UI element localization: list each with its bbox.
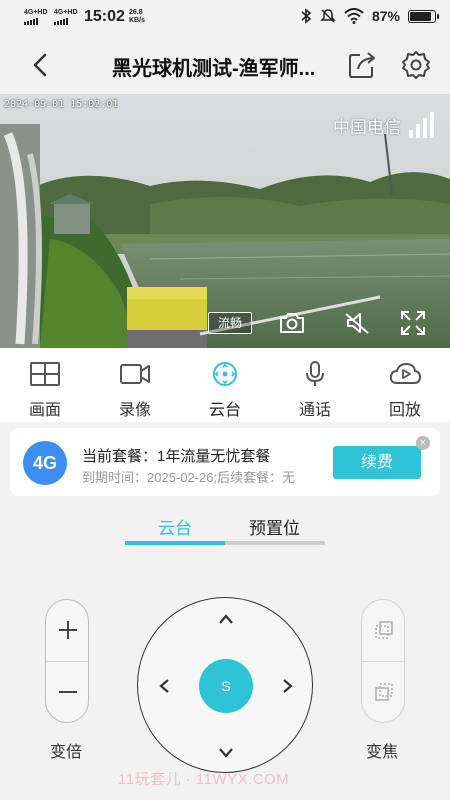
wifi-icon <box>344 8 364 24</box>
current-package: 当前套餐：1年流量无忧套餐 <box>82 448 271 465</box>
watermark: 11玩套儿 · 11WYX.COM <box>118 771 290 788</box>
zoom-label: 变倍 <box>50 744 83 761</box>
share-icon[interactable] <box>346 49 378 81</box>
header: 黑光球机测试-渔军师... <box>0 36 450 94</box>
tool-grid[interactable]: 画面 <box>0 348 90 422</box>
microphone-icon <box>306 361 324 386</box>
cloud-playback-icon <box>389 362 422 384</box>
tab-presets[interactable]: 预置位 <box>249 514 300 539</box>
zoom-out-button[interactable] <box>46 662 90 722</box>
pan-up-button[interactable] <box>211 604 241 634</box>
video-timestamp: 2024-09-01 15:02:01 <box>4 99 119 110</box>
back-icon[interactable] <box>26 50 56 80</box>
tool-ptz-label: 云台 <box>208 402 241 419</box>
video-record-icon <box>120 364 150 384</box>
battery-percent: 87% <box>371 8 400 24</box>
focus-out-icon <box>375 683 393 701</box>
grid-icon <box>30 362 60 386</box>
tool-playback-label: 回放 <box>388 402 421 419</box>
chevron-left-icon <box>159 679 169 693</box>
gear-icon[interactable] <box>400 49 432 81</box>
signal-strength-icon <box>409 112 434 138</box>
ptz-icon <box>213 362 237 386</box>
page-title: 黑光球机测试-渔军师... <box>112 58 316 80</box>
speed-value: 26.8 <box>129 9 143 16</box>
chevron-down-icon <box>219 748 233 758</box>
carrier-signal: 中国电信 <box>333 112 434 138</box>
carrier-name: 中国电信 <box>333 118 401 137</box>
sim2-label: 4G+HD <box>54 9 78 16</box>
focus-label: 变焦 <box>366 744 399 761</box>
package-expiry: 到期时间：2025-02-26;后续套餐：无 <box>82 470 296 485</box>
ptz-panel: 云台 预置位 变倍 S 变焦 11玩套儿 · 11WYX.COM <box>0 502 450 800</box>
focus-in-icon <box>375 621 393 639</box>
direction-pad: S <box>137 597 313 773</box>
focus-far-button[interactable] <box>362 662 406 722</box>
tab-indicator <box>125 541 225 545</box>
chevron-up-icon <box>219 614 233 624</box>
tool-grid-label: 画面 <box>28 402 61 419</box>
mute-icon[interactable] <box>342 308 372 338</box>
minus-icon <box>59 691 77 693</box>
signal-sim1: 4G+HD <box>24 9 48 25</box>
video-feed[interactable]: 2024-09-01 15:02:01 中国电信 流畅 <box>0 94 450 348</box>
tab-ptz[interactable]: 云台 <box>158 514 192 539</box>
badge-text: 4G <box>32 453 57 473</box>
zoom-control <box>45 599 89 723</box>
zoom-in-button[interactable] <box>46 600 90 660</box>
tool-talk[interactable]: 通话 <box>270 348 360 422</box>
renew-button[interactable]: 续费 <box>333 446 421 479</box>
close-icon[interactable]: × <box>416 436 430 450</box>
tool-record[interactable]: 录像 <box>90 348 180 422</box>
signal-sim2: 4G+HD <box>54 9 78 25</box>
battery-icon <box>408 9 439 23</box>
pan-down-button[interactable] <box>211 738 241 768</box>
sim1-label: 4G+HD <box>24 9 48 16</box>
status-time: 15:02 <box>84 8 125 25</box>
pan-left-button[interactable] <box>149 671 179 701</box>
tool-bar: 画面 录像 云台 通话 回放 <box>0 348 450 422</box>
fullscreen-icon[interactable] <box>398 308 428 338</box>
bluetooth-icon <box>301 8 312 24</box>
focus-control <box>361 599 405 723</box>
tool-playback[interactable]: 回放 <box>360 348 450 422</box>
plus-icon <box>59 621 77 639</box>
tool-record-label: 录像 <box>118 402 151 419</box>
status-icons: 87% <box>300 8 439 24</box>
speed-unit: KB/s <box>129 17 145 24</box>
focus-near-button[interactable] <box>362 600 406 660</box>
chevron-right-icon <box>283 679 293 693</box>
4g-badge-icon: 4G <box>23 441 67 485</box>
tool-talk-label: 通话 <box>298 402 331 419</box>
pan-right-button[interactable] <box>273 671 303 701</box>
network-speed: 26.8 KB/s <box>129 9 145 25</box>
status-bar: 4G+HD 4G+HD 15:02 26.8 KB/s 87% <box>0 0 450 36</box>
signal-bars-icon <box>24 18 48 25</box>
camera-icon[interactable] <box>277 308 307 338</box>
signal-bars-icon <box>54 18 78 25</box>
package-card: 4G 当前套餐：1年流量无忧套餐 到期时间：2025-02-26;后续套餐：无 … <box>10 428 440 496</box>
tool-ptz[interactable]: 云台 <box>180 348 270 422</box>
mute-icon <box>320 9 336 23</box>
center-stop-button[interactable]: S <box>199 659 253 713</box>
quality-toggle[interactable]: 流畅 <box>208 312 252 334</box>
